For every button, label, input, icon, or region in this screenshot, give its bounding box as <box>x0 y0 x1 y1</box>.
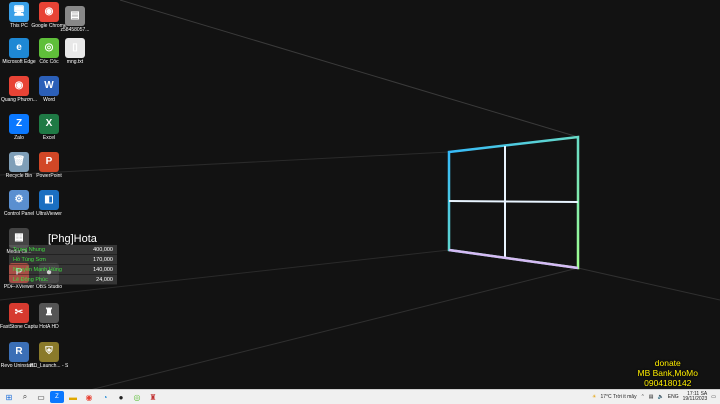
chrome-icon: ◉ <box>9 76 29 96</box>
desktop-icon-excel[interactable]: X Excel <box>30 114 68 141</box>
donation-row: Nguyễn Mạnh Hùng 140,000 <box>9 265 117 275</box>
donate-phone: 0904180142 <box>644 378 692 388</box>
windows-wallpaper <box>0 0 720 390</box>
desktop-icon-file-image[interactable]: ▤ z58458057... <box>56 6 94 33</box>
search-icon[interactable]: ⌕ <box>18 391 32 403</box>
desktop-icon-word[interactable]: W Word <box>30 76 68 103</box>
excel-icon: X <box>39 114 59 134</box>
chrome-taskbar-icon[interactable]: ◉ <box>82 391 96 403</box>
coccoc-taskbar-icon[interactable]: ◎ <box>130 391 144 403</box>
desktop-icon-label: HotA HD <box>39 324 59 330</box>
shield-icon: ⛨ <box>39 342 59 362</box>
donor-name: Hồ Tùng Sơn <box>13 256 46 263</box>
weather-text[interactable]: 17°C Trời it mây <box>600 394 636 400</box>
donation-amount: 140,000 <box>93 266 113 273</box>
desktop-icon-mng-txt[interactable]: ▯ mng.txt <box>56 38 94 65</box>
donation-amount: 170,000 <box>93 256 113 263</box>
desktop-icon-label: UltraViewer <box>36 211 62 217</box>
file-explorer-icon[interactable]: ▬ <box>66 391 80 403</box>
edge-icon: e <box>9 38 29 58</box>
tray-overflow-icon[interactable]: ⌃ <box>641 394 645 400</box>
donor-name: Trung Nhung <box>13 246 45 253</box>
zalo-icon: Z <box>9 114 29 134</box>
obs-taskbar-icon[interactable]: ● <box>114 391 128 403</box>
zalo-taskbar-icon[interactable]: Z <box>50 391 64 403</box>
recycle-bin-icon: 🗑 <box>9 152 29 172</box>
donation-list: Trung Nhung 400,000 Hồ Tùng Sơn 170,000 Nguy… <box>9 245 117 285</box>
hota-icon: ♜ <box>39 303 59 323</box>
donor-name: Lê Đông Phúc <box>13 276 48 283</box>
clock[interactable]: 17:11 SA 19/11/2023 <box>683 392 708 402</box>
desktop-icon-hotak-hd[interactable]: ♜ HotA HD <box>30 303 68 330</box>
donate-info: donate MB Bank,MoMo 0904180142 <box>638 358 698 388</box>
control-panel-icon: ⚙ <box>9 190 29 210</box>
desktop-icon-label: PowerPoint <box>36 173 62 179</box>
desktop-icon-ultraviewer[interactable]: ◧ UltraViewer <box>30 190 68 217</box>
revo-icon: R <box>9 342 29 362</box>
desktop-icon-hd-launcher[interactable]: ⛨HD_Launch... - Shortcut <box>30 342 68 369</box>
ultraviewer-icon: ◧ <box>39 190 59 210</box>
donate-label: donate <box>654 358 681 368</box>
task-view-icon[interactable]: ▭ <box>34 391 48 403</box>
clock-date: 19/11/2023 <box>682 396 708 402</box>
desktop-icon-label: Excel <box>42 135 56 141</box>
system-tray: ☀ 17°C Trời it mây ⌃ ▤ 🔈 ENG 17:11 SA 19… <box>588 392 720 402</box>
powerpoint-icon: P <box>39 152 59 172</box>
desktop-icon-label: HD_Launch... - Shortcut <box>30 363 68 369</box>
faststone-icon: ✂ <box>9 303 29 323</box>
monitor-icon: 🖥 <box>9 2 29 22</box>
image-file-icon: ▤ <box>65 6 85 26</box>
donor-name: Nguyễn Mạnh Hùng <box>13 266 62 273</box>
desktop-icon-label: Word <box>43 97 55 103</box>
volume-icon[interactable]: 🔈 <box>658 394 664 400</box>
donation-amount: 24,000 <box>96 276 113 283</box>
donation-row: Trung Nhung 400,000 <box>9 245 117 255</box>
weather-icon: ☀ <box>591 394 597 400</box>
word-icon: W <box>39 76 59 96</box>
desktop-icon-powerpoint[interactable]: P PowerPoint <box>30 152 68 179</box>
text-file-icon: ▯ <box>65 38 85 58</box>
donation-row: Hồ Tùng Sơn 170,000 <box>9 255 117 265</box>
desktop-icon-label: z58458057... <box>60 27 90 33</box>
desktop-icon-label: mng.txt <box>66 59 84 65</box>
notification-icon[interactable]: ▭ <box>711 394 716 400</box>
donation-row: Lê Đông Phúc 24,000 <box>9 275 117 285</box>
edge-taskbar-icon[interactable]: ◔ <box>98 391 112 403</box>
overlay-title: [Phg]Hota <box>48 233 97 245</box>
donate-banks: MB Bank,MoMo <box>637 368 698 378</box>
taskbar: ⊞ ⌕ ▭ Z ▬ ◉ ◔ ● ◎ ♜ ☀ 17°C Trời it mây ⌃… <box>0 389 720 404</box>
language-indicator[interactable]: ENG <box>668 394 679 400</box>
start-button[interactable]: ⊞ <box>2 391 16 403</box>
network-icon[interactable]: ▤ <box>649 394 654 400</box>
donation-amount: 400,000 <box>93 246 113 253</box>
hota-taskbar-icon[interactable]: ♜ <box>146 391 160 403</box>
